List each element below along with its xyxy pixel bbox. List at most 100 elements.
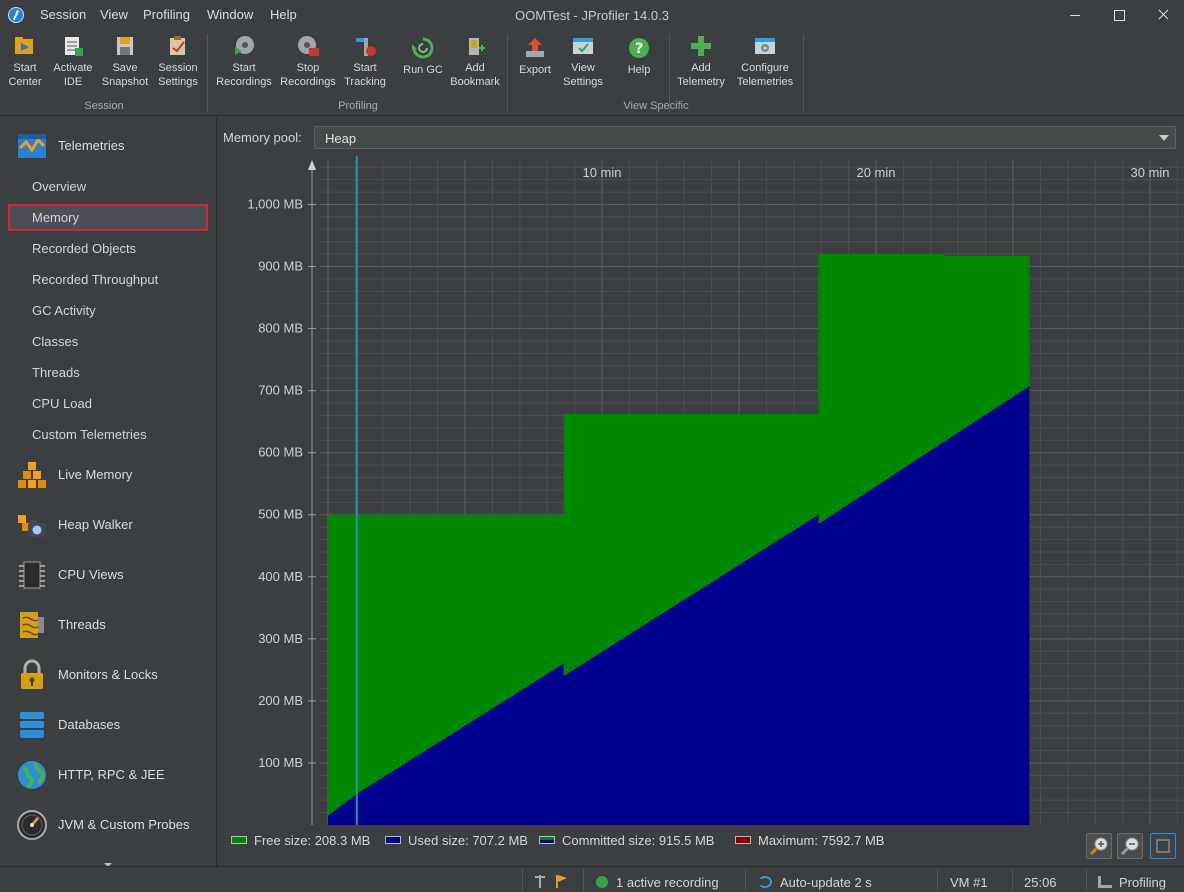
legend-maximum: Maximum: 7592.7 MB xyxy=(735,833,884,848)
configure-telemetries-label-1: Configure xyxy=(741,62,789,74)
y-tick-label: 600 MB xyxy=(258,445,303,460)
autoupdate-text: Auto-update 2 s xyxy=(780,875,872,890)
add-bookmark-button[interactable]: Add Bookmark xyxy=(450,34,500,89)
fit-view-button[interactable] xyxy=(1150,833,1176,859)
start-recordings-button[interactable]: Start Recordings xyxy=(214,34,274,89)
y-tick-label: 800 MB xyxy=(258,321,303,336)
start-recordings-label-1: Start xyxy=(232,62,256,74)
help-label: Help xyxy=(627,64,651,76)
view-settings-label-2: Settings xyxy=(563,76,603,88)
zoom-out-icon xyxy=(1120,837,1139,856)
start-tracking-label-1: Start xyxy=(353,62,377,74)
session-settings-button[interactable]: Session Settings xyxy=(154,34,202,89)
session-settings-label-1: Session xyxy=(158,62,198,74)
save-snapshot-button[interactable]: Save Snapshot xyxy=(101,34,149,89)
close-button[interactable] xyxy=(1140,0,1184,30)
http-rpc-jee-label: HTTP, RPC & JEE xyxy=(58,767,165,782)
sidebar-item-memory[interactable]: Memory xyxy=(8,204,208,231)
view-settings-button[interactable]: View Settings xyxy=(560,34,606,89)
zoom-out-button[interactable] xyxy=(1117,833,1143,859)
chart-legend: Free size: 208.3 MB Used size: 707.2 MB … xyxy=(222,826,1182,856)
configure-telemetries-button[interactable]: Configure Telemetries xyxy=(733,34,797,89)
menu-help[interactable]: Help xyxy=(270,7,297,22)
sidebar-section-cpu-views[interactable]: CPU Views xyxy=(16,555,211,595)
minimize-button[interactable] xyxy=(1052,0,1098,30)
activate-ide-button[interactable]: Activate IDE xyxy=(50,34,96,89)
sidebar-item-threads-telemetry[interactable]: Threads xyxy=(8,359,208,386)
zoom-in-button[interactable] xyxy=(1086,833,1112,859)
start-center-button[interactable]: Start Center xyxy=(6,34,44,89)
add-telemetry-button[interactable]: Add Telemetry xyxy=(674,34,728,89)
recording-status[interactable]: 1 active recording xyxy=(596,875,719,890)
help-button[interactable]: ? Help xyxy=(620,36,658,77)
cpu-views-icon xyxy=(19,561,45,589)
toolbar-separator xyxy=(507,34,508,112)
sidebar-section-live-memory[interactable]: Live Memory xyxy=(16,455,211,495)
legend-committed-value: 915.5 MB xyxy=(658,833,715,848)
menu-session[interactable]: Session xyxy=(40,7,86,22)
export-label: Export xyxy=(519,64,551,76)
sidebar-item-recorded-throughput[interactable]: Recorded Throughput xyxy=(8,266,208,293)
legend-maximum-value: 7592.7 MB xyxy=(821,833,885,848)
add-telemetry-label-1: Add xyxy=(691,62,711,74)
lock-icon xyxy=(21,659,43,689)
export-icon xyxy=(526,38,544,57)
add-telemetry-icon xyxy=(691,36,711,56)
legend-swatch-maximum xyxy=(735,836,751,844)
legend-swatch-free xyxy=(231,836,247,844)
configure-telemetries-icon xyxy=(755,38,775,54)
legend-swatch-committed xyxy=(539,836,555,844)
sidebar-item-recorded-objects[interactable]: Recorded Objects xyxy=(8,235,208,262)
sidebar-section-telemetries[interactable]: Telemetries xyxy=(16,126,211,166)
autoupdate-status[interactable]: Auto-update 2 s xyxy=(758,875,872,890)
menu-window[interactable]: Window xyxy=(207,7,253,22)
live-memory-icon xyxy=(18,462,46,488)
stop-recordings-button[interactable]: Stop Recordings xyxy=(278,34,338,89)
view-settings-label-1: View xyxy=(571,62,595,74)
threads-icon xyxy=(20,612,44,638)
menu-profiling[interactable]: Profiling xyxy=(143,7,190,22)
configure-telemetries-label-2: Telemetries xyxy=(736,76,794,88)
start-tracking-button[interactable]: Start Tracking xyxy=(341,34,389,89)
y-tick-label: 100 MB xyxy=(258,755,303,770)
sidebar-section-monitors-locks[interactable]: Monitors & Locks xyxy=(16,655,211,695)
elapsed-time: 25:06 xyxy=(1024,875,1057,890)
telemetries-icon xyxy=(18,134,46,158)
sidebar-section-heap-walker[interactable]: Heap Walker xyxy=(16,505,211,545)
fit-view-icon xyxy=(1156,839,1170,853)
jprofiler-app-icon[interactable] xyxy=(8,7,24,23)
x-tick-label: 30 min xyxy=(1130,165,1169,180)
sidebar-section-http-rpc-jee[interactable]: HTTP, RPC & JEE xyxy=(16,755,211,795)
start-tracking-label-2: Tracking xyxy=(344,76,386,88)
legend-swatch-used xyxy=(385,836,401,844)
sidebar-item-gc-activity[interactable]: GC Activity xyxy=(8,297,208,324)
start-center-icon xyxy=(15,37,33,54)
sidebar-item-cpu-load[interactable]: CPU Load xyxy=(8,390,208,417)
export-button[interactable]: Export xyxy=(515,36,555,77)
sidebar-item-custom-telemetries[interactable]: Custom Telemetries xyxy=(8,421,208,448)
databases-icon xyxy=(20,712,44,738)
menu-view[interactable]: View xyxy=(100,7,128,22)
legend-free-size: Free size: 208.3 MB xyxy=(231,833,370,848)
jvm-custom-probes-label: JVM & Custom Probes xyxy=(58,817,190,832)
activate-ide-icon xyxy=(65,37,83,56)
run-gc-button[interactable]: Run GC xyxy=(400,36,446,77)
memory-pool-dropdown[interactable]: Heap xyxy=(314,126,1176,149)
memory-chart[interactable]: 100 MB 200 MB 300 MB 400 MB 500 MB 600 MB 700 … xyxy=(222,156,1184,826)
sidebar-section-threads[interactable]: Threads xyxy=(16,605,211,645)
memory-pool-selected-value: Heap xyxy=(325,131,357,146)
bookmark-flag-icon[interactable] xyxy=(534,873,568,889)
sidebar-section-databases[interactable]: Databases xyxy=(16,705,211,745)
run-gc-label: Run GC xyxy=(403,64,443,76)
stop-recordings-label-2: Recordings xyxy=(280,76,336,88)
toolbar-separator xyxy=(207,34,208,112)
add-bookmark-label-1: Add xyxy=(465,62,485,74)
start-center-label-1: Start xyxy=(13,62,37,74)
maximize-button[interactable] xyxy=(1096,0,1142,30)
profiling-mode-icon xyxy=(1098,876,1112,888)
sidebar-section-jvm-custom-probes[interactable]: JVM & Custom Probes xyxy=(16,805,211,845)
sidebar-item-classes[interactable]: Classes xyxy=(8,328,208,355)
session-settings-icon xyxy=(170,36,185,55)
y-tick-label: 900 MB xyxy=(258,259,303,274)
sidebar-item-overview[interactable]: Overview xyxy=(8,173,208,200)
